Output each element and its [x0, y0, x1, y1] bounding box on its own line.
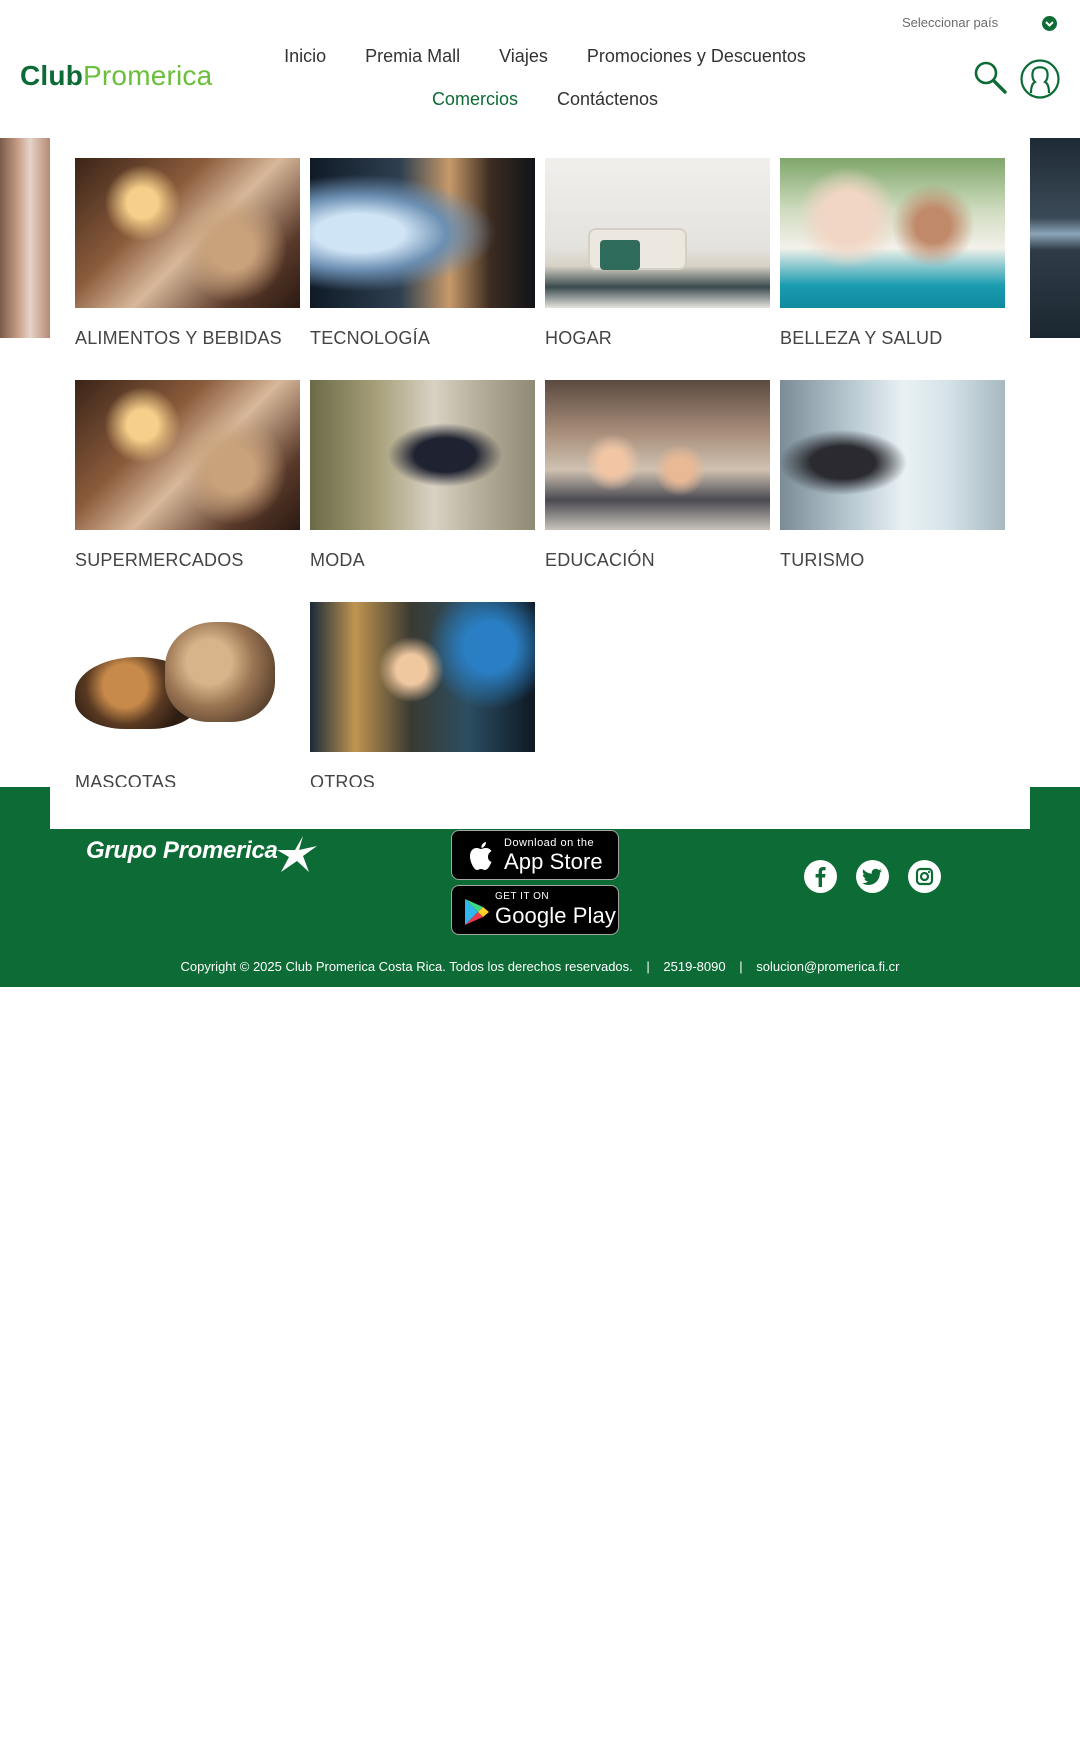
- nav-item-inicio[interactable]: Inicio: [284, 46, 326, 67]
- separator: |: [646, 959, 650, 974]
- nav-item-viajes[interactable]: Viajes: [499, 46, 548, 67]
- user-account-icon[interactable]: [1020, 59, 1060, 99]
- category-label[interactable]: SUPERMERCADOS: [75, 550, 300, 571]
- content-bottom-panel: [50, 787, 1030, 829]
- nav-item-promociones[interactable]: Promociones y Descuentos: [587, 46, 806, 67]
- category-label[interactable]: TURISMO: [780, 550, 1005, 571]
- category-image-travel[interactable]: [780, 380, 1005, 530]
- category-image-food[interactable]: [75, 158, 300, 308]
- chevron-down-icon[interactable]: [1042, 16, 1057, 31]
- category-label[interactable]: HOGAR: [545, 328, 770, 349]
- category-label[interactable]: TECNOLOGÍA: [310, 328, 535, 349]
- search-icon[interactable]: [972, 59, 1008, 95]
- separator: |: [739, 959, 743, 974]
- main-nav: Inicio Premia Mall Viajes Promociones y …: [250, 46, 840, 110]
- category-card-turismo[interactable]: TURISMO: [780, 380, 1005, 602]
- site-header: Seleccionar país ClubPromerica Inicio Pr…: [0, 0, 1080, 138]
- google-play-button[interactable]: GET IT ON Google Play: [451, 885, 619, 935]
- category-label[interactable]: ALIMENTOS Y BEBIDAS: [75, 328, 300, 349]
- app-store-small-text: Download on the: [504, 837, 595, 849]
- category-label[interactable]: EDUCACIÓN: [545, 550, 770, 571]
- carousel-next-slide[interactable]: [1030, 138, 1080, 338]
- category-image-tech[interactable]: [310, 158, 535, 308]
- nav-row-2: Comercios Contáctenos: [250, 89, 840, 110]
- category-label[interactable]: BELLEZA Y SALUD: [780, 328, 1005, 349]
- google-play-big-text: Google Play: [495, 903, 616, 928]
- twitter-icon[interactable]: [856, 860, 889, 893]
- category-image-education[interactable]: [545, 380, 770, 530]
- logo-part-club: Club: [20, 60, 84, 91]
- category-image-fashion[interactable]: [310, 380, 535, 530]
- instagram-icon[interactable]: [908, 860, 941, 893]
- country-selector-label[interactable]: Seleccionar país: [902, 15, 998, 30]
- grupo-promerica-logo[interactable]: Grupo Promerica: [86, 837, 278, 865]
- club-promerica-logo[interactable]: ClubPromerica: [20, 60, 212, 92]
- category-image-pets[interactable]: [75, 602, 300, 752]
- apple-icon: [466, 840, 496, 872]
- app-store-button[interactable]: Download on the App Store: [451, 830, 619, 880]
- email-link[interactable]: solucion@promerica.fi.cr: [756, 959, 899, 974]
- category-card-alimentos[interactable]: ALIMENTOS Y BEBIDAS: [75, 158, 300, 380]
- category-card-hogar[interactable]: HOGAR: [545, 158, 770, 380]
- category-image-home[interactable]: [545, 158, 770, 308]
- google-play-icon: [464, 898, 490, 926]
- category-image-other[interactable]: [310, 602, 535, 752]
- copyright-text: Copyright © 2025 Club Promerica Costa Ri…: [180, 959, 633, 974]
- google-play-small-text: GET IT ON: [495, 891, 550, 902]
- category-card-moda[interactable]: MODA: [310, 380, 535, 602]
- star-icon: [277, 836, 319, 874]
- logo-part-promerica: Promerica: [83, 60, 213, 91]
- nav-item-premia-mall[interactable]: Premia Mall: [365, 46, 460, 67]
- carousel-prev-slide[interactable]: [0, 138, 50, 338]
- category-card-supermercados[interactable]: SUPERMERCADOS: [75, 380, 300, 602]
- category-card-belleza[interactable]: BELLEZA Y SALUD: [780, 158, 1005, 380]
- footer-copyright-bar: Copyright © 2025 Club Promerica Costa Ri…: [0, 959, 1080, 974]
- nav-item-comercios[interactable]: Comercios: [432, 89, 518, 110]
- category-card-tecnologia[interactable]: TECNOLOGÍA: [310, 158, 535, 380]
- app-store-big-text: App Store: [504, 849, 603, 874]
- facebook-icon[interactable]: [804, 860, 837, 893]
- nav-item-contactenos[interactable]: Contáctenos: [557, 89, 658, 110]
- category-image-health[interactable]: [780, 158, 1005, 308]
- category-image-food[interactable]: [75, 380, 300, 530]
- category-label[interactable]: MODA: [310, 550, 535, 571]
- nav-row-1: Inicio Premia Mall Viajes Promociones y …: [250, 46, 840, 67]
- phone-link[interactable]: 2519-8090: [663, 959, 725, 974]
- category-grid: ALIMENTOS Y BEBIDAS TECNOLOGÍA HOGAR BEL…: [75, 158, 1010, 824]
- category-card-educacion[interactable]: EDUCACIÓN: [545, 380, 770, 602]
